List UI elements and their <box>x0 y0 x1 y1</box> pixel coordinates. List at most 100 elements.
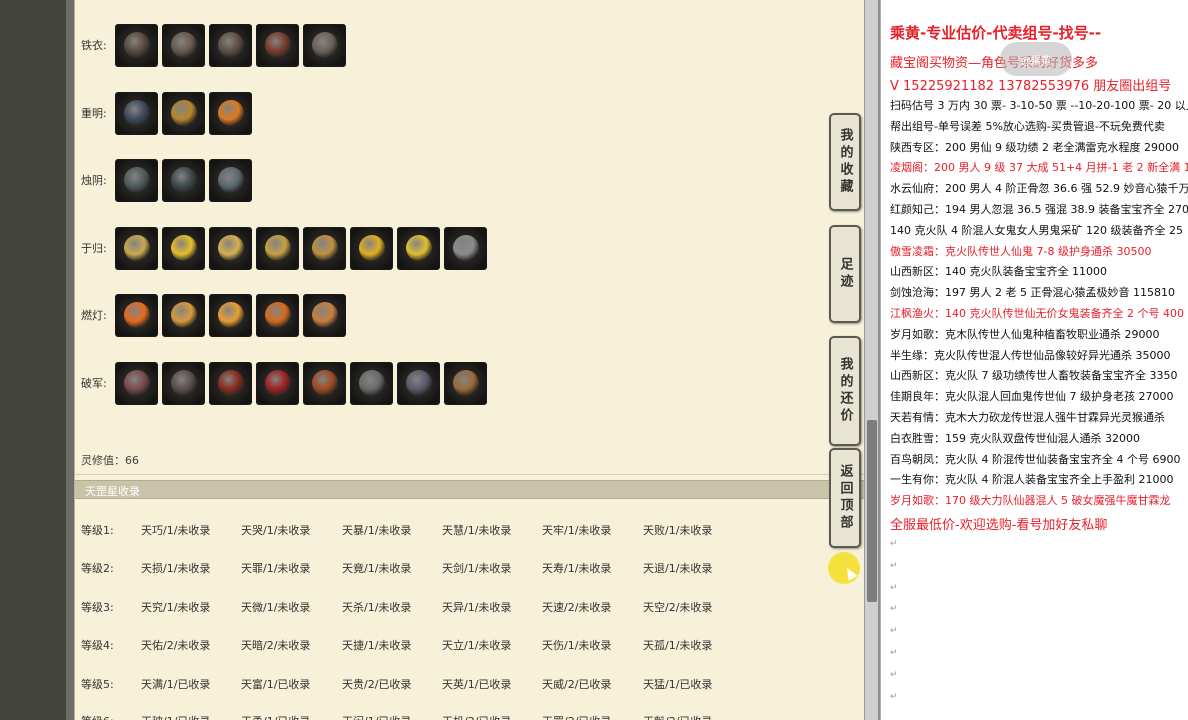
back-to-top-button[interactable]: 返回顶部 <box>829 448 861 548</box>
level-label: 等级5: <box>81 678 114 691</box>
equipment-item-icon[interactable] <box>303 293 346 337</box>
collection-cell: 天捷/1/未收录 <box>342 639 412 652</box>
level-label: 等级3: <box>81 601 114 614</box>
section-divider <box>75 474 865 475</box>
equipment-row-label: 烛阴: <box>81 174 107 187</box>
equipment-item-icon[interactable] <box>209 293 252 337</box>
equipment-glyph-icon <box>170 302 197 328</box>
equipment-item-icon[interactable] <box>115 293 158 337</box>
my-favorites-button[interactable]: 我的收藏 <box>829 113 861 211</box>
equipment-item-icon[interactable] <box>209 361 252 405</box>
collection-cell: 天哭/1/未收录 <box>241 524 311 537</box>
equipment-item-icon[interactable] <box>162 226 205 270</box>
equipment-item-icon[interactable] <box>256 226 299 270</box>
equipment-item-icon[interactable] <box>115 158 158 202</box>
collection-cell: 天立/1/未收录 <box>442 639 512 652</box>
collection-cell: 天损/1/未收录 <box>141 562 211 575</box>
equipment-item-icon[interactable] <box>350 361 393 405</box>
equipment-glyph-icon <box>311 302 338 328</box>
collection-cell: 天败/1/未收录 <box>643 524 713 537</box>
equipment-item-icon[interactable] <box>444 226 487 270</box>
scrollbar-thumb[interactable] <box>867 420 877 602</box>
equipment-item-icon[interactable] <box>162 293 205 337</box>
equipment-row-label: 于归: <box>81 242 107 255</box>
equipment-item-icon[interactable] <box>209 226 252 270</box>
doc-line: 140 克火队 4 阶混人女鬼女人男鬼采矿 120 级装备齐全 25 <box>890 223 1183 237</box>
collection-cell: 天速/2/未收录 <box>542 601 612 614</box>
equipment-item-icon[interactable] <box>303 226 346 270</box>
equipment-glyph-icon <box>217 302 244 328</box>
collection-cell: 天魁/2/已收录 <box>643 713 712 720</box>
equipment-glyph-icon <box>123 370 150 396</box>
equipment-row-label: 燃灯: <box>81 309 107 322</box>
equipment-item-icon[interactable] <box>162 23 205 67</box>
collection-cell: 天慧/1/未收录 <box>442 524 512 537</box>
paragraph-mark-icon: ↵ <box>890 604 898 615</box>
equipment-item-icon[interactable] <box>397 361 440 405</box>
equipment-item-icon[interactable] <box>209 23 252 67</box>
scrollbar[interactable] <box>864 0 878 720</box>
collection-cell: 天勇/1/已收录 <box>241 713 310 720</box>
content-area: 铁衣: 重明: 烛阴: 于归: 燃灯: 破军: 灵修值：66 天罡星收录 等级1: 天巧/1… <box>74 0 865 720</box>
equipment-row: 于归: <box>81 225 487 271</box>
equipment-item-icon[interactable] <box>115 91 158 135</box>
collection-cell: 天闲/1/已收录 <box>342 713 411 720</box>
document-panel: 乘黄-专业估价-代卖组号-找号-- 藏宝阁买物资—角色号采购好货多多 V 152… <box>880 0 1188 720</box>
equipment-item-icon[interactable] <box>256 361 299 405</box>
equipment-item-icon[interactable] <box>397 226 440 270</box>
collection-header: 天罡星收录 <box>75 480 865 499</box>
equipment-row-label: 铁衣: <box>81 39 107 52</box>
equipment-item-icon[interactable] <box>444 361 487 405</box>
level-label: 等级4: <box>81 639 114 652</box>
equipment-item-icon[interactable] <box>162 361 205 405</box>
game-panel: 铁衣: 重明: 烛阴: 于归: 燃灯: 破军: 灵修值：66 天罡星收录 等级1: 天巧/1… <box>0 0 878 720</box>
equipment-item-icon[interactable] <box>209 91 252 135</box>
equipment-item-icon[interactable] <box>256 23 299 67</box>
equipment-item-icon[interactable] <box>256 293 299 337</box>
equipment-glyph-icon <box>217 370 244 396</box>
equipment-item-icon[interactable] <box>162 91 205 135</box>
equipment-item-icon[interactable] <box>303 361 346 405</box>
doc-line: 帮出组号-单号误差 5%放心选购-买贵管退-不玩免费代卖 <box>890 119 1165 133</box>
collection-cell: 天牢/1/未收录 <box>542 524 612 537</box>
equipment-row: 破军: <box>81 360 487 406</box>
watermark: @乘黄 <box>1000 42 1072 76</box>
doc-line: 山西新区：克火队 7 级功绩传世人畜牧装备宝宝齐全 3350 <box>890 369 1178 383</box>
equipment-item-icon[interactable] <box>350 226 393 270</box>
side-button-label: 返回顶部 <box>837 464 853 532</box>
equipment-row: 铁衣: <box>81 22 346 68</box>
equipment-glyph-icon <box>123 167 150 193</box>
collection-cell: 天玻/1/已收录 <box>141 713 210 720</box>
level-row: 等级5: 天满/1/已收录 天富/1/已收录 天贵/2/已收录 天英/1/已收录 天威/2… <box>75 673 865 693</box>
collection-cell: 天异/1/未收录 <box>442 601 512 614</box>
level-label: 等级2: <box>81 562 114 575</box>
side-button-label: 我的还价 <box>837 357 853 425</box>
equipment-row-label: 破军: <box>81 377 107 390</box>
equipment-item-icon[interactable] <box>115 23 158 67</box>
equipment-glyph-icon <box>217 235 244 261</box>
equipment-items <box>115 23 346 67</box>
equipment-row: 烛阴: <box>81 157 252 203</box>
equipment-item-icon[interactable] <box>115 361 158 405</box>
equipment-glyph-icon <box>170 370 197 396</box>
my-bargain-button[interactable]: 我的还价 <box>829 336 861 446</box>
collection-cell: 天寿/1/未收录 <box>542 562 612 575</box>
doc-line: 凌烟阁：200 男人 9 级 37 大成 51+4 月拼-1 老 2 新全满 1… <box>890 161 1188 175</box>
doc-line: 一生有你：克火队 4 阶混人装备宝宝齐全上手盈利 21000 <box>890 473 1174 487</box>
collection-cell: 天退/1/未收录 <box>643 562 713 575</box>
collection-cell: 天猛/1/已收录 <box>643 678 713 691</box>
equipment-item-icon[interactable] <box>209 158 252 202</box>
doc-line: 傲雪凌霜：克火队传世人仙鬼 7-8 级护身通杀 30500 <box>890 244 1152 258</box>
collection-cell: 天竟/1/未收录 <box>342 562 412 575</box>
equipment-row-label: 重明: <box>81 107 107 120</box>
equipment-item-icon[interactable] <box>162 158 205 202</box>
footprint-button[interactable]: 足迹 <box>829 225 861 323</box>
paragraph-mark-icon: ↵ <box>890 539 898 549</box>
equipment-glyph-icon <box>264 370 291 396</box>
equipment-items <box>115 91 252 135</box>
doc-title: 乘黄-专业估价-代卖组号-找号-- <box>890 24 1102 42</box>
level-row: 等级3: 天究/1/未收录 天微/1/未收录 天杀/1/未收录 天异/1/未收录 天速/2… <box>75 596 865 616</box>
equipment-item-icon[interactable] <box>115 226 158 270</box>
equipment-item-icon[interactable] <box>303 23 346 67</box>
equipment-glyph-icon <box>311 32 338 58</box>
